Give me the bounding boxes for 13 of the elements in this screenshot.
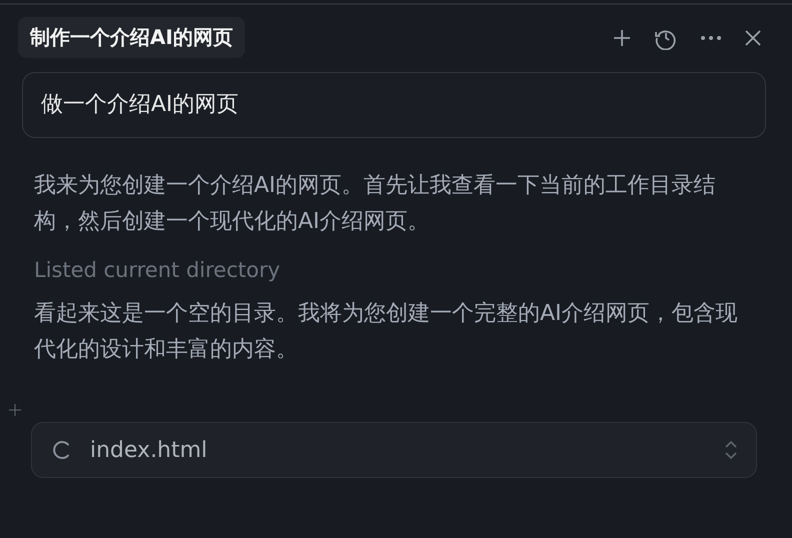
chevron-up-down-icon[interactable] (724, 439, 738, 461)
close-icon[interactable] (744, 28, 762, 46)
add-icon[interactable] (612, 28, 632, 48)
file-row[interactable]: index.html (31, 422, 757, 478)
action-status: Listed current directory (34, 258, 282, 282)
assistant-message: 看起来这是一个空的目录。我将为您创建一个完整的AI介绍网页，包含现代化的设计和丰富的内容。 (34, 300, 739, 364)
prompt-box[interactable]: 做一个介绍AI的网页 (22, 72, 766, 138)
more-icon[interactable] (700, 34, 722, 40)
spinner-icon (52, 440, 72, 460)
chat-title: 制作一个介绍AI的网页 (18, 17, 245, 58)
assistant-message: 我来为您创建一个介绍AI的网页。首先让我查看一下当前的工作目录结构，然后创建一个现代化的AI介绍网页。 (34, 172, 717, 236)
file-name: index.html (90, 438, 208, 462)
plus-icon (9, 404, 21, 416)
